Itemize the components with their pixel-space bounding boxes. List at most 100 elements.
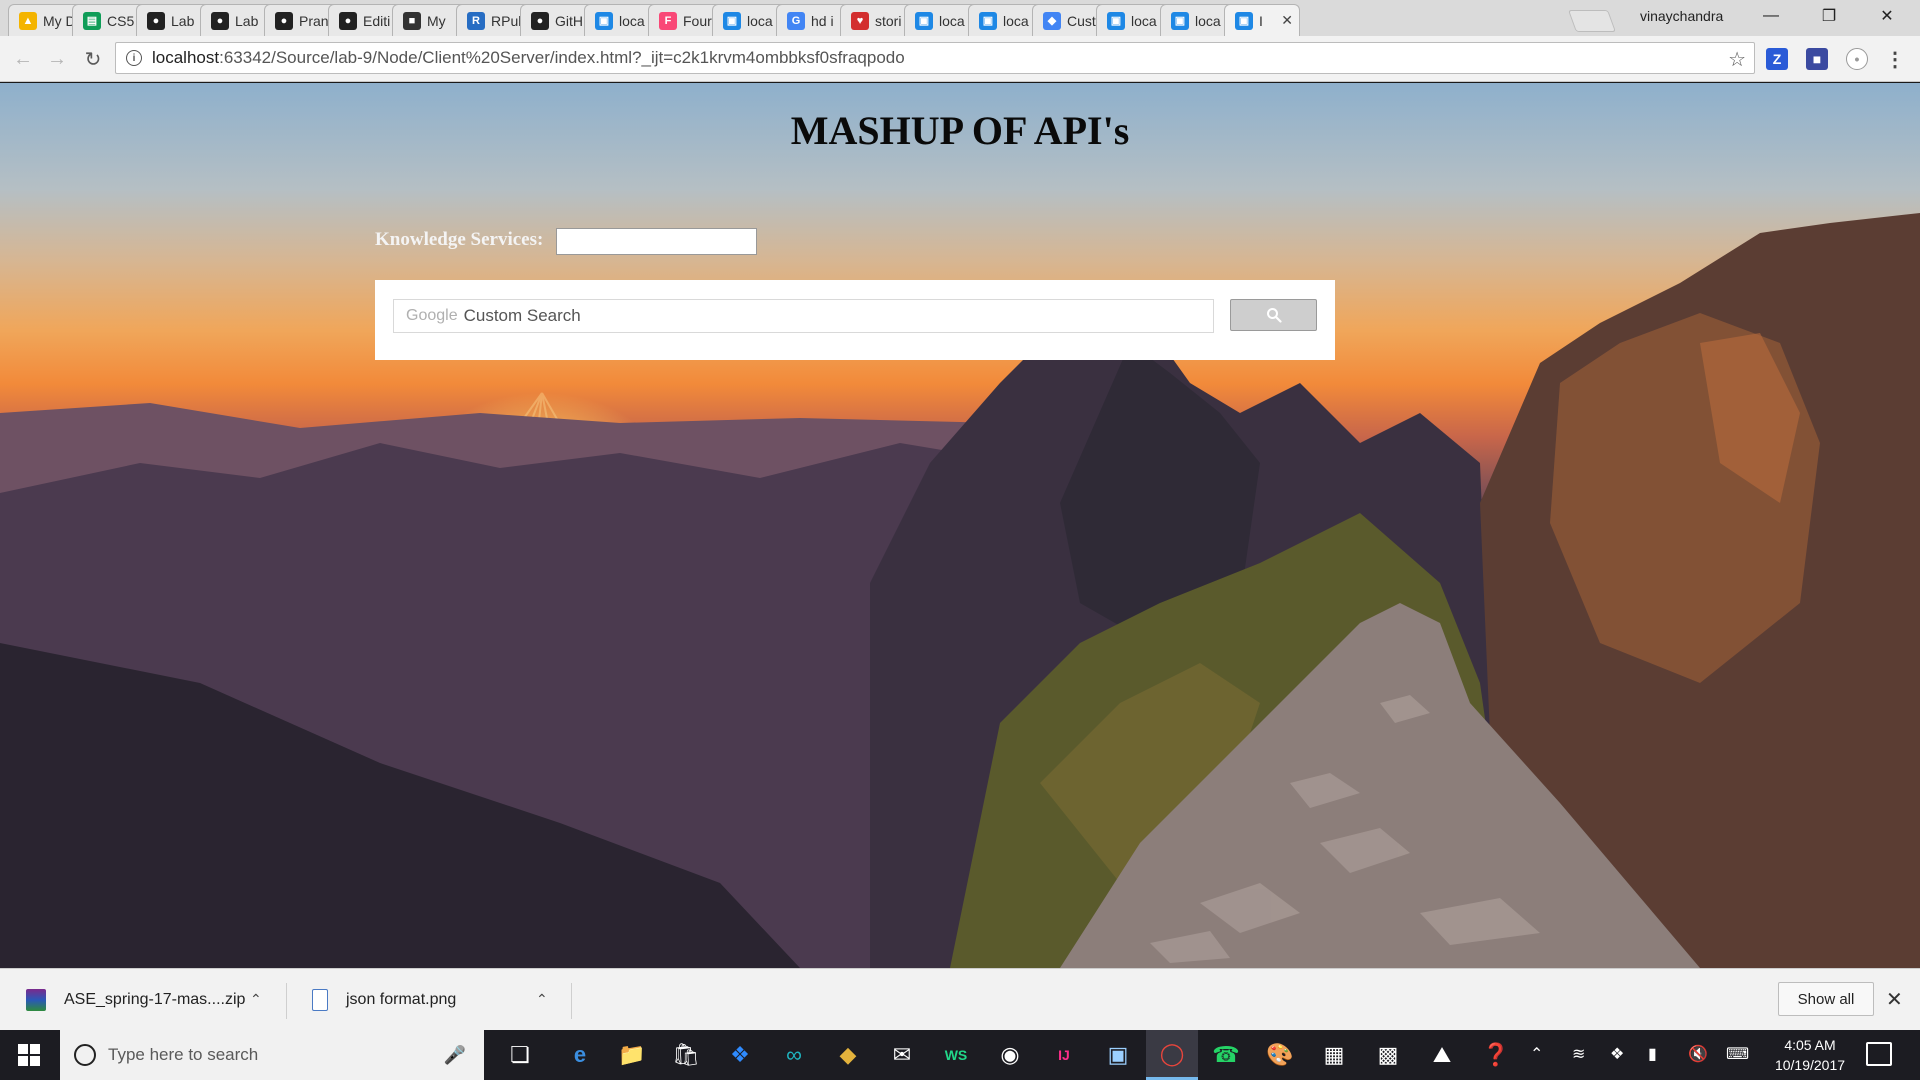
address-bar[interactable]: i localhost:63342/Source/lab-9/Node/Clie…	[115, 42, 1755, 74]
tab-label: loca	[1131, 12, 1157, 29]
github-icon: ●	[211, 11, 229, 30]
foursquare-icon: F	[659, 11, 677, 30]
download-item[interactable]: ASE_spring-17-mas....zip	[26, 969, 245, 1031]
forward-button[interactable]: →	[42, 44, 72, 74]
chevron-up-icon[interactable]: ⌃	[536, 991, 548, 1008]
tab-label: loca	[747, 12, 773, 29]
help-icon[interactable]: ❓	[1470, 1030, 1522, 1080]
heart-icon: ♥	[851, 11, 869, 30]
tab-label: Cust	[1067, 12, 1096, 29]
landscape-background	[0, 213, 1920, 968]
tab-label: Four	[683, 12, 712, 29]
browser-tab[interactable]: ▣ I ✕	[1224, 4, 1300, 36]
tab-label: I	[1259, 12, 1263, 29]
git-icon[interactable]: ◆	[822, 1030, 874, 1080]
paint-icon[interactable]: 🎨	[1254, 1030, 1306, 1080]
download-item[interactable]: json format.png	[312, 969, 456, 1031]
wifi-icon[interactable]: ≋	[1572, 1044, 1585, 1064]
menu-dots-icon[interactable]: ⋮	[1884, 48, 1906, 71]
tab-label: loca	[1003, 12, 1029, 29]
tab-label: Editi	[363, 12, 391, 29]
keyboard-icon[interactable]: ⌨	[1726, 1044, 1749, 1064]
intellij-icon[interactable]: IJ	[1038, 1030, 1090, 1080]
google-custom-search-box: Google Custom Search	[375, 280, 1335, 360]
new-tab-button[interactable]	[1567, 10, 1617, 32]
zip-archive-icon	[26, 989, 46, 1011]
close-icon[interactable]: ✕	[1886, 987, 1903, 1012]
url-text[interactable]: localhost:63342/Source/lab-9/Node/Client…	[152, 48, 905, 68]
chrome-icon[interactable]: ◯	[1146, 1030, 1198, 1080]
cortana-icon	[74, 1044, 96, 1066]
windows-logo-icon	[18, 1044, 40, 1066]
download-filename: ASE_spring-17-mas....zip	[64, 991, 246, 1008]
back-button[interactable]: ←	[8, 44, 38, 74]
windows-taskbar: Type here to search 🎤 ❏ e 📁 🛍 ❖ ∞ ◆ ✉ WS…	[0, 1030, 1920, 1080]
extension-icon[interactable]: ■	[1806, 48, 1828, 70]
close-tab-icon[interactable]: ✕	[1281, 12, 1293, 29]
zotero-extension-icon[interactable]: Z	[1766, 48, 1788, 70]
photos-icon[interactable]: ⛰	[1416, 1030, 1468, 1080]
tab-label: Lab	[171, 12, 195, 29]
google-brand-watermark: Google	[406, 307, 458, 324]
webstorm-icon: ▣	[1171, 11, 1189, 30]
profile-name[interactable]: vinaychandra	[1640, 8, 1723, 24]
tab-label: GitH	[555, 12, 583, 29]
close-window-button[interactable]: ✕	[1864, 0, 1910, 32]
arduino-icon[interactable]: ∞	[768, 1030, 820, 1080]
show-all-button[interactable]: Show all	[1778, 982, 1874, 1016]
webstorm-icon: ▣	[915, 11, 933, 30]
download-shelf: ASE_spring-17-mas....zip ⌃ json format.p…	[0, 968, 1920, 1030]
extension-circle-icon[interactable]: •	[1846, 48, 1868, 70]
knowledge-services-input[interactable]	[556, 228, 757, 255]
chevron-up-icon[interactable]: ⌃	[1530, 1044, 1543, 1064]
start-button[interactable]	[0, 1030, 58, 1080]
mail-icon[interactable]: ✉	[876, 1030, 928, 1080]
image-file-icon	[312, 989, 328, 1011]
action-center-icon[interactable]	[1866, 1042, 1892, 1066]
whatsapp-icon[interactable]: ☎	[1200, 1030, 1252, 1080]
restore-button[interactable]: ❐	[1806, 0, 1852, 32]
github-icon: ●	[147, 11, 165, 30]
tab-label: My D	[43, 12, 76, 29]
terminal-icon[interactable]: ▩	[1362, 1030, 1414, 1080]
sheets-icon: ▤	[83, 11, 101, 30]
imdb-icon: ■	[403, 11, 421, 30]
tab-label: hd i	[811, 12, 834, 29]
site-info-icon[interactable]: i	[126, 50, 142, 66]
tab-label: Pran	[299, 12, 329, 29]
task-view-icon[interactable]: ❏	[494, 1030, 546, 1080]
browser-toolbar: ← → ↻ i localhost:63342/Source/lab-9/Nod…	[0, 36, 1920, 82]
taskbar-search-box[interactable]: Type here to search 🎤	[60, 1030, 484, 1080]
virtualbox-icon[interactable]: ▣	[1092, 1030, 1144, 1080]
tab-label: CS5	[107, 12, 135, 29]
webstorm-icon: ▣	[1235, 11, 1253, 30]
r-icon: R	[467, 11, 485, 30]
download-filename: json format.png	[346, 991, 457, 1008]
github-desktop-icon[interactable]: ◉	[984, 1030, 1036, 1080]
url-path: :63342/Source/lab-9/Node/Client%20Server…	[219, 48, 905, 67]
volume-muted-icon[interactable]: 🔇	[1688, 1044, 1708, 1064]
clock-date: 10/19/2017	[1774, 1057, 1846, 1073]
tab-label: RPul	[491, 12, 522, 29]
edge-browser-icon[interactable]: e	[554, 1030, 606, 1080]
dropbox-tray-icon[interactable]: ❖	[1610, 1044, 1624, 1064]
battery-icon[interactable]: ▮	[1648, 1044, 1657, 1064]
minimize-button[interactable]: —	[1748, 0, 1794, 32]
dashboard-icon[interactable]: ▦	[1308, 1030, 1360, 1080]
custom-search-input[interactable]: Google Custom Search	[393, 299, 1214, 333]
dropbox-icon[interactable]: ❖	[714, 1030, 766, 1080]
chevron-up-icon[interactable]: ⌃	[250, 991, 262, 1008]
file-explorer-icon[interactable]: 📁	[606, 1030, 658, 1080]
webstorm-icon[interactable]: WS	[930, 1030, 982, 1080]
google-icon: G	[787, 11, 805, 30]
clock-time: 4:05 AM	[1784, 1037, 1836, 1053]
url-host: localhost	[152, 48, 220, 67]
search-button[interactable]	[1230, 299, 1317, 331]
reload-button[interactable]: ↻	[78, 44, 108, 74]
webstorm-icon: ▣	[979, 11, 997, 30]
divider	[571, 983, 572, 1019]
system-clock[interactable]: 4:05 AM 10/19/2017	[1768, 1035, 1852, 1075]
bookmark-star-icon[interactable]: ☆	[1728, 47, 1746, 72]
store-icon[interactable]: 🛍	[660, 1030, 712, 1080]
microphone-icon[interactable]: 🎤	[444, 1045, 466, 1066]
